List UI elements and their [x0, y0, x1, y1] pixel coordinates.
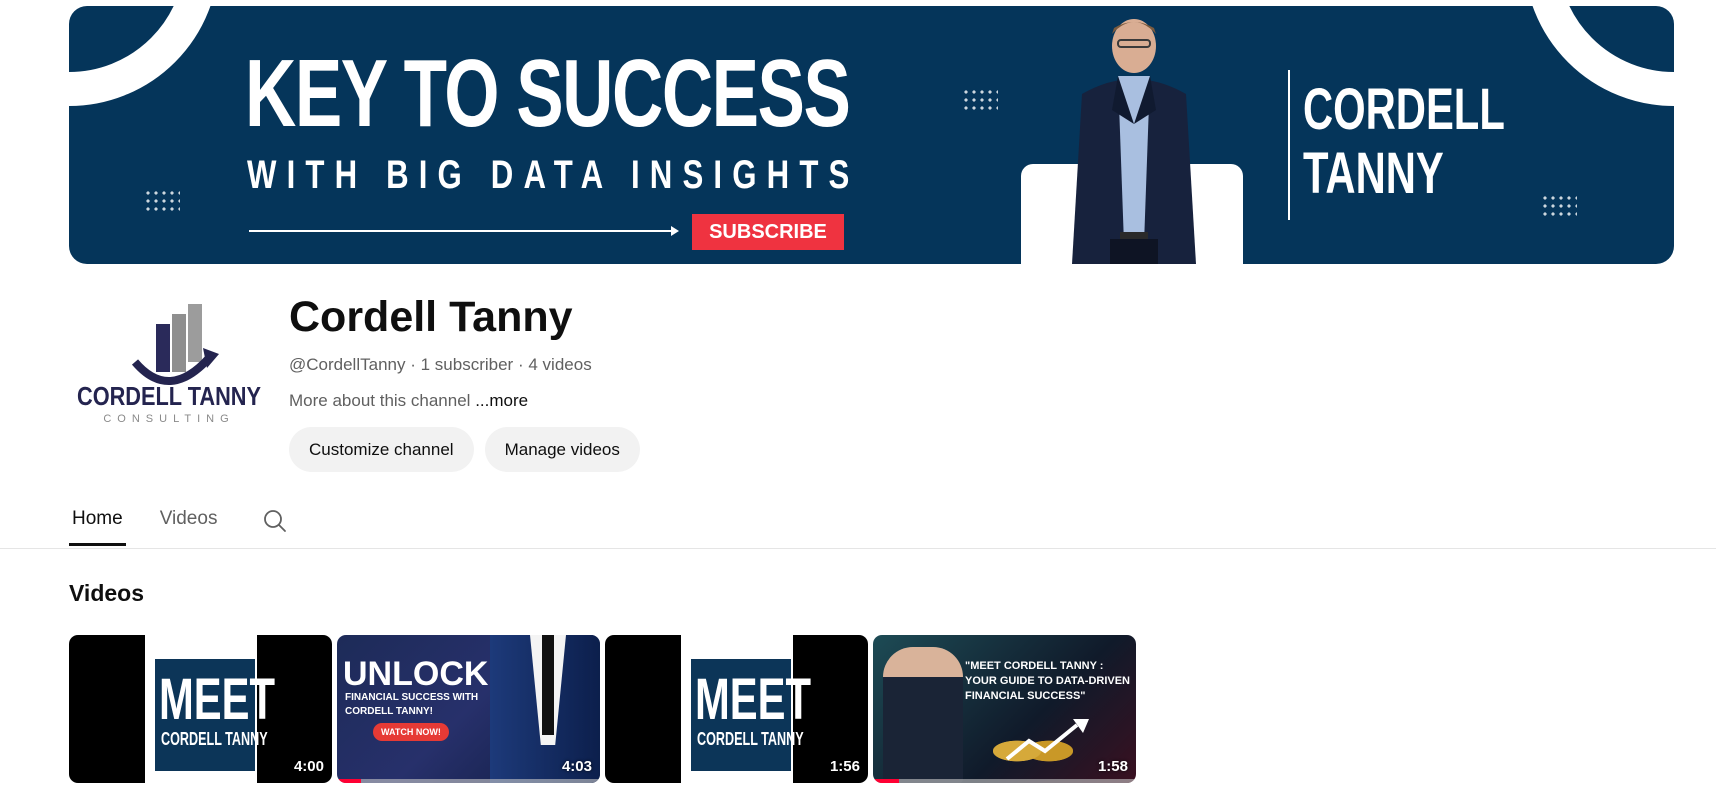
banner-dots-center — [962, 88, 998, 114]
video-thumbnail[interactable]: MEET CORDELL TANNY 4:00 — [69, 635, 332, 783]
video-duration: 1:56 — [829, 758, 860, 775]
channel-handle: @CordellTanny — [289, 355, 406, 374]
watch-progress-bar — [873, 779, 900, 783]
avatar-logo-subtext: CONSULTING — [103, 413, 234, 425]
banner-subheadline: WITH BIG DATA INSIGHTS — [247, 153, 860, 197]
banner-arrow — [249, 226, 679, 236]
thumbnail-art: "MEET CORDELL TANNY : YOUR GUIDE TO DATA… — [873, 635, 1136, 783]
thumbnail-subtitle: CORDELL TANNY — [697, 729, 804, 749]
tab-videos[interactable]: Videos — [157, 498, 221, 544]
meta-separator: · — [410, 355, 416, 374]
banner-decoration-ring-left — [69, 6, 219, 106]
channel-title: Cordell Tanny — [289, 293, 573, 341]
thumbnail-subtitle: CORDELL TANNY — [161, 729, 268, 749]
section-title-videos: Videos — [69, 580, 144, 606]
video-thumbnail[interactable]: MEET CORDELL TANNY 1:56 — [605, 635, 868, 783]
thumbnail-art: MEET CORDELL TANNY — [69, 635, 332, 783]
tabs-divider — [0, 548, 1716, 549]
banner-name-line2: TANNY — [1303, 141, 1444, 206]
thumbnail-title: MEET — [159, 667, 276, 732]
about-text: More about this channel — [289, 391, 471, 410]
video-thumbnail[interactable]: "MEET CORDELL TANNY : YOUR GUIDE TO DATA… — [873, 635, 1136, 783]
channel-actions: Customize channel Manage videos — [289, 427, 640, 472]
banner-person-photo — [1072, 19, 1196, 264]
thumbnail-art: MEET CORDELL TANNY — [605, 635, 868, 783]
about-more-link[interactable]: ...more — [475, 391, 528, 410]
banner-divider — [1288, 70, 1290, 220]
banner-headline: KEY TO SUCCESS — [245, 40, 851, 147]
video-duration: 1:58 — [1097, 758, 1128, 775]
avatar-logo-text: CORDELL TANNY — [77, 381, 261, 411]
video-shelf: MEET CORDELL TANNY 4:00 UNLOCK FINANCIAL… — [69, 635, 1136, 783]
banner-dots-left — [144, 189, 180, 215]
watch-progress-track — [873, 779, 1136, 783]
thumbnail-title: "MEET CORDELL TANNY : YOUR GUIDE TO DATA… — [965, 660, 1131, 702]
watch-progress-track — [337, 779, 600, 783]
banner-name: CORDELL TANNY — [1303, 78, 1505, 206]
video-thumbnail[interactable]: UNLOCK FINANCIAL SUCCESS WITH CORDELL TA… — [337, 635, 600, 783]
thumbnail-title: UNLOCK — [343, 655, 489, 693]
video-duration: 4:03 — [561, 758, 592, 775]
channel-tabs: Home Videos — [69, 498, 289, 546]
subscriber-count: 1 subscriber — [420, 355, 514, 374]
channel-banner: KEY TO SUCCESS WITH BIG DATA INSIGHTS SU… — [69, 6, 1674, 264]
thumbnail-cta: WATCH NOW! — [373, 723, 449, 741]
banner-dots-right — [1541, 194, 1577, 220]
thumbnail-art: UNLOCK FINANCIAL SUCCESS WITH CORDELL TA… — [337, 635, 600, 783]
banner-name-line1: CORDELL — [1303, 77, 1505, 142]
video-duration: 4:00 — [293, 758, 324, 775]
search-icon[interactable] — [261, 507, 289, 535]
channel-about[interactable]: More about this channel ...more — [289, 391, 528, 411]
manage-videos-button[interactable]: Manage videos — [484, 427, 640, 472]
thumbnail-subtitle: FINANCIAL SUCCESS WITH CORDELL TANNY! — [345, 692, 479, 717]
channel-meta: @CordellTanny · 1 subscriber · 4 videos — [289, 355, 592, 375]
banner-decoration-ring-right — [1524, 6, 1674, 106]
customize-channel-button[interactable]: Customize channel — [289, 427, 474, 472]
watch-progress-bar — [337, 779, 361, 783]
banner-subscribe-badge: SUBSCRIBE — [692, 214, 844, 250]
thumbnail-title: MEET — [695, 667, 812, 732]
video-count: 4 videos — [528, 355, 592, 374]
tab-home[interactable]: Home — [69, 498, 126, 546]
meta-separator: · — [517, 355, 524, 374]
channel-avatar[interactable]: CORDELL TANNY CONSULTING — [69, 292, 269, 442]
